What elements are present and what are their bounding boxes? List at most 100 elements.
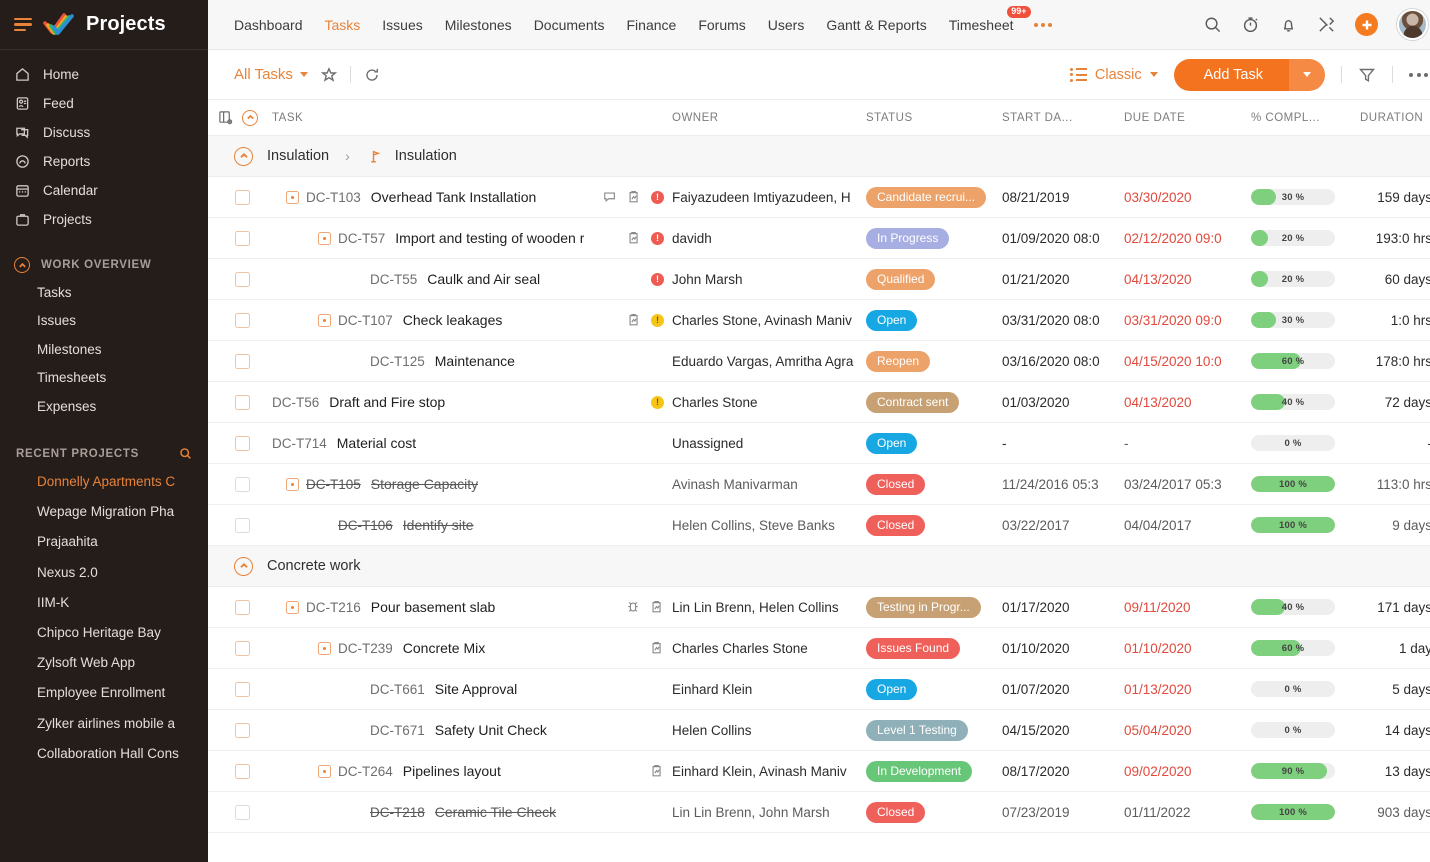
row-checkbox[interactable] (235, 518, 250, 533)
owner-cell[interactable]: Lin Lin Brenn, Helen Collins (672, 600, 866, 615)
task-name[interactable]: Import and testing of wooden r (395, 230, 584, 246)
table-row[interactable]: DC-T218Ceramic Tile CheckLin Lin Brenn, … (208, 792, 1430, 833)
row-checkbox[interactable] (235, 600, 250, 615)
status-badge[interactable]: Reopen (866, 351, 930, 372)
owner-cell[interactable]: Helen Collins, Steve Banks (672, 518, 866, 533)
progress-bar[interactable]: 20 % (1251, 230, 1335, 246)
progress-bar[interactable]: 0 % (1251, 681, 1335, 697)
table-row[interactable]: DC-T216Pour basement slabLin Lin Brenn, … (208, 587, 1430, 628)
due-date-cell[interactable]: 03/31/2020 09:0 (1124, 313, 1251, 328)
header-status[interactable]: STATUS (866, 112, 1002, 124)
sidebar-item-calendar[interactable]: Calendar (0, 176, 208, 205)
due-date-cell[interactable]: 04/15/2020 10:0 (1124, 354, 1251, 369)
search-icon[interactable] (1203, 15, 1222, 34)
status-badge[interactable]: Open (866, 679, 917, 700)
due-date-cell[interactable]: 09/02/2020 (1124, 764, 1251, 779)
due-date-cell[interactable]: 02/12/2020 09:0 (1124, 231, 1251, 246)
start-date-cell[interactable]: 01/07/2020 (1002, 682, 1124, 697)
recent-project-item[interactable]: IIM-K (0, 587, 208, 617)
sidebar-item-home[interactable]: Home (0, 60, 208, 89)
table-row[interactable]: DC-T57Import and testing of wooden r!dav… (208, 218, 1430, 259)
start-date-cell[interactable]: 03/31/2020 08:0 (1002, 313, 1124, 328)
recent-project-item[interactable]: Wepage Migration Pha (0, 497, 208, 527)
priority-high-icon[interactable]: ! (651, 191, 664, 204)
progress-bar[interactable]: 100 % (1251, 804, 1335, 820)
table-row[interactable]: DC-T103Overhead Tank Installation!Faiyaz… (208, 177, 1430, 218)
due-date-cell[interactable]: 03/24/2017 05:3 (1124, 477, 1251, 492)
owner-cell[interactable]: Helen Collins (672, 723, 866, 738)
start-date-cell[interactable]: 01/10/2020 (1002, 641, 1124, 656)
row-checkbox[interactable] (235, 354, 250, 369)
nav-link-forums[interactable]: Forums (698, 17, 745, 33)
expand-toggle-icon[interactable] (286, 191, 299, 204)
owner-cell[interactable]: Einhard Klein (672, 682, 866, 697)
start-date-cell[interactable]: 04/15/2020 (1002, 723, 1124, 738)
collapse-all-icon[interactable] (242, 110, 258, 126)
layout-dropdown[interactable]: Classic (1070, 67, 1158, 83)
owner-cell[interactable]: Charles Charles Stone (672, 641, 866, 656)
owner-cell[interactable]: Faiyazudeen Imtiyazudeen, H (672, 190, 866, 205)
owner-cell[interactable]: John Marsh (672, 272, 866, 287)
header-duration[interactable]: DURATION (1360, 112, 1430, 124)
sidebar-item-reports[interactable]: Reports (0, 147, 208, 176)
all-tasks-dropdown[interactable]: All Tasks (234, 66, 308, 83)
filter-icon[interactable] (1358, 66, 1376, 84)
status-badge[interactable]: Closed (866, 515, 925, 536)
sidebar-item-milestones[interactable]: Milestones (0, 335, 208, 364)
due-date-cell[interactable]: - (1124, 436, 1251, 451)
due-date-cell[interactable]: 04/13/2020 (1124, 395, 1251, 410)
group-header-row[interactable]: Insulation›Insulation (208, 136, 1430, 177)
start-date-cell[interactable]: 08/17/2020 (1002, 764, 1124, 779)
header-start-date[interactable]: START DA... (1002, 112, 1124, 124)
start-date-cell[interactable]: 07/23/2019 (1002, 805, 1124, 820)
task-name[interactable]: Material cost (337, 435, 416, 451)
due-date-cell[interactable]: 04/04/2017 (1124, 518, 1251, 533)
due-date-cell[interactable]: 03/30/2020 (1124, 190, 1251, 205)
progress-bar[interactable]: 60 % (1251, 353, 1335, 369)
work-overview-section-header[interactable]: WORK OVERVIEW (0, 252, 208, 278)
status-badge[interactable]: Open (866, 310, 917, 331)
sidebar-item-discuss[interactable]: Discuss (0, 118, 208, 147)
task-name[interactable]: Ceramic Tile Check (435, 804, 556, 820)
timesheet-icon[interactable] (650, 764, 664, 778)
nav-link-finance[interactable]: Finance (627, 17, 677, 33)
priority-med-icon[interactable]: ! (651, 314, 664, 327)
recent-project-item[interactable]: Employee Enrollment (0, 678, 208, 708)
due-date-cell[interactable]: 09/11/2020 (1124, 600, 1251, 615)
recent-project-item[interactable]: Zylker airlines mobile a (0, 708, 208, 738)
status-badge[interactable]: Contract sent (866, 392, 959, 413)
task-name[interactable]: Pipelines layout (403, 763, 501, 779)
nav-link-dashboard[interactable]: Dashboard (234, 17, 303, 33)
progress-bar[interactable]: 100 % (1251, 517, 1335, 533)
task-name[interactable]: Identify site (403, 517, 474, 533)
status-badge[interactable]: Closed (866, 802, 925, 823)
progress-bar[interactable]: 20 % (1251, 271, 1335, 287)
task-name[interactable]: Concrete Mix (403, 640, 485, 656)
table-row[interactable]: DC-T264Pipelines layoutEinhard Klein, Av… (208, 751, 1430, 792)
group-collapse-icon[interactable] (234, 557, 253, 576)
task-name[interactable]: Pour basement slab (371, 599, 496, 615)
due-date-cell[interactable]: 01/11/2022 (1124, 805, 1251, 820)
status-badge[interactable]: Level 1 Testing (866, 720, 968, 741)
expand-toggle-icon[interactable] (286, 478, 299, 491)
progress-bar[interactable]: 100 % (1251, 476, 1335, 492)
status-badge[interactable]: Open (866, 433, 917, 454)
timesheet-icon[interactable] (650, 600, 664, 614)
table-row[interactable]: DC-T671Safety Unit CheckHelen CollinsLev… (208, 710, 1430, 751)
start-date-cell[interactable]: - (1002, 436, 1124, 451)
bug-icon[interactable] (626, 600, 640, 614)
bell-icon[interactable] (1279, 15, 1298, 34)
header-due-date[interactable]: DUE DATE (1124, 112, 1251, 124)
hamburger-menu-icon[interactable] (14, 18, 32, 32)
start-date-cell[interactable]: 01/17/2020 (1002, 600, 1124, 615)
recent-project-item[interactable]: Zylsoft Web App (0, 648, 208, 678)
task-name[interactable]: Overhead Tank Installation (371, 189, 537, 205)
group-collapse-icon[interactable] (234, 147, 253, 166)
timesheet-icon[interactable] (627, 190, 641, 204)
task-name[interactable]: Safety Unit Check (435, 722, 547, 738)
nav-link-gantt-reports[interactable]: Gantt & Reports (826, 17, 926, 33)
start-date-cell[interactable]: 01/21/2020 (1002, 272, 1124, 287)
sidebar-item-tasks[interactable]: Tasks (0, 278, 208, 307)
progress-bar[interactable]: 40 % (1251, 394, 1335, 410)
row-checkbox[interactable] (235, 764, 250, 779)
